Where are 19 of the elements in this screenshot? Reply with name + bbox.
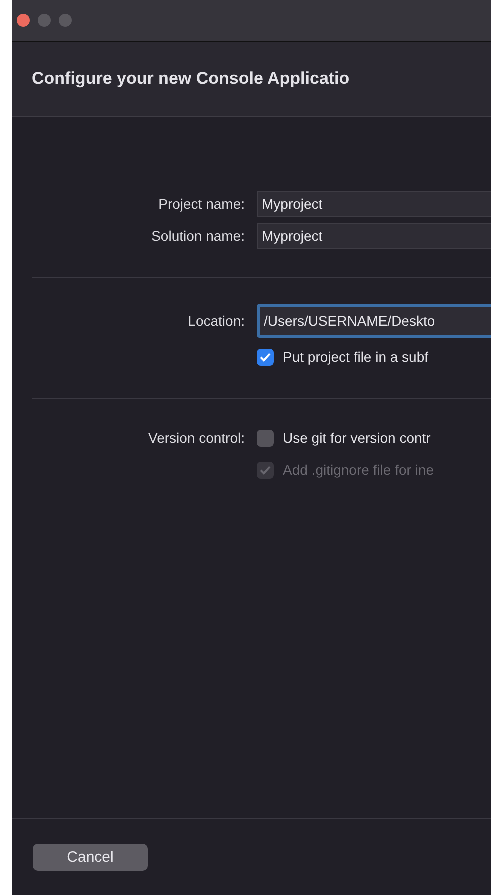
close-window-button[interactable] <box>17 14 30 27</box>
text-field[interactable]: Myproject <box>257 191 491 217</box>
text-field[interactable]: /Users/USERNAME/Deskto <box>257 304 491 338</box>
checkbox[interactable] <box>257 430 274 446</box>
field-label: Solution name: <box>150 228 246 244</box>
field-label: Version control: <box>148 430 246 446</box>
checkbox-label: Put project file in a subf <box>283 349 429 365</box>
dialog-title: Configure your new Console Applicatio <box>32 69 350 89</box>
checkbox[interactable] <box>257 348 274 366</box>
text-field[interactable]: Myproject <box>257 223 491 249</box>
field-label: Location: <box>187 313 246 329</box>
field-label: Project name: <box>158 196 246 212</box>
minimize-window-button[interactable] <box>38 14 51 27</box>
zoom-window-button[interactable] <box>59 14 72 27</box>
cancel-button[interactable]: Cancel <box>33 844 148 870</box>
check-icon <box>260 466 271 474</box>
checkbox-label: Add .gitignore file for ine <box>283 462 434 478</box>
checkbox-label: Use git for version contr <box>283 430 431 446</box>
check-icon <box>260 352 271 362</box>
